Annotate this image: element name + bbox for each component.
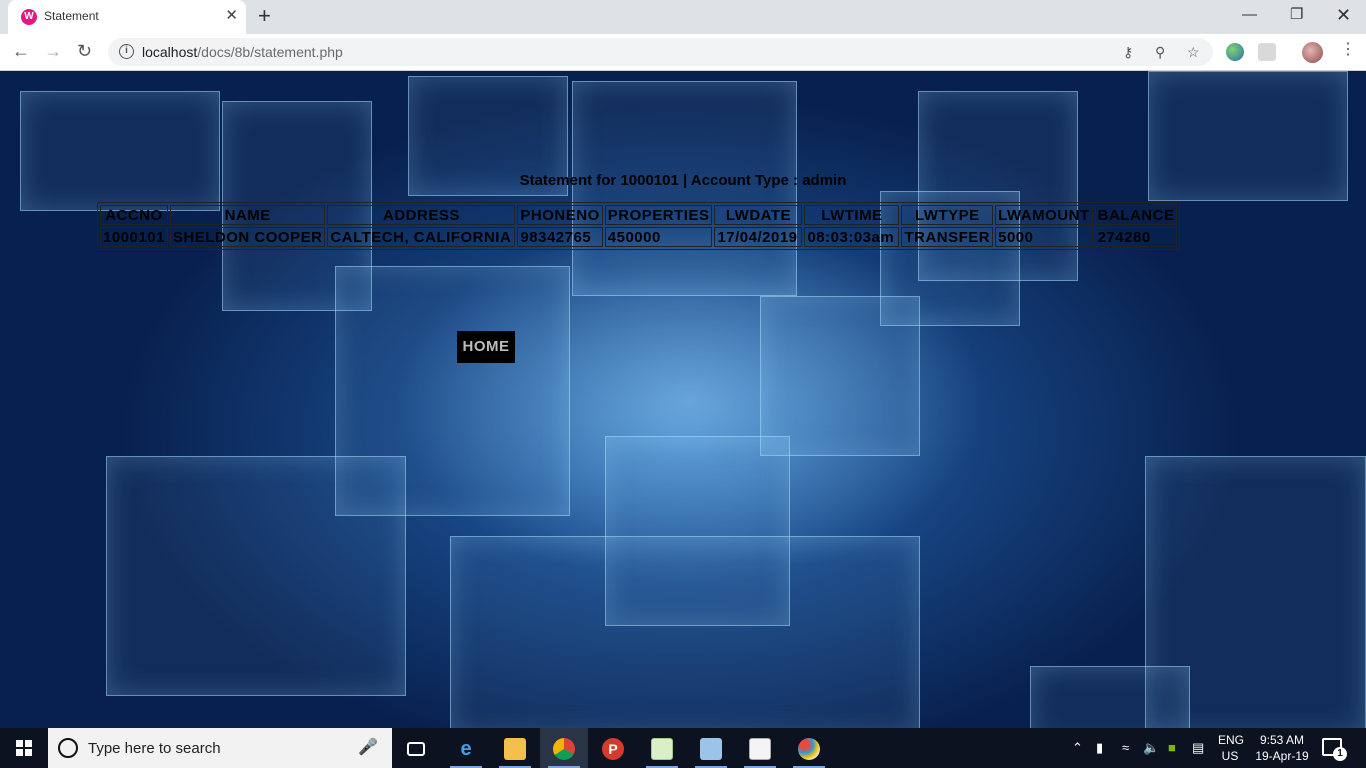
cortana-icon: [58, 738, 78, 758]
page-title: Statement for 1000101 | Account Type : a…: [519, 172, 847, 189]
column-header: BALANCE: [1094, 205, 1178, 225]
edge-icon[interactable]: e: [442, 728, 490, 768]
task-view-icon[interactable]: [392, 728, 440, 768]
url-host: localhost: [142, 44, 198, 60]
box-app-icon[interactable]: [687, 728, 735, 768]
column-header: LWTYPE: [901, 205, 994, 225]
table-cell: 1000101: [100, 227, 168, 247]
cube-extension-icon[interactable]: [1258, 43, 1276, 61]
language-region: US: [1221, 749, 1239, 763]
microphone-icon[interactable]: 🎤: [358, 738, 378, 758]
reload-icon[interactable]: ↻: [77, 40, 92, 62]
new-tab-button[interactable]: +: [258, 5, 271, 27]
keyboard-icon[interactable]: ▤: [1192, 728, 1204, 768]
clock-time: 9:53 AM: [1259, 733, 1305, 747]
globe-extension-icon[interactable]: [1226, 43, 1244, 61]
bookmark-star-icon[interactable]: ☆: [1187, 43, 1200, 61]
column-header: ADDRESS: [327, 205, 516, 225]
zoom-icon[interactable]: ⚲: [1155, 43, 1165, 61]
site-info-icon[interactable]: i: [119, 44, 134, 59]
volume-icon[interactable]: 🔈: [1143, 728, 1159, 768]
nvidia-icon[interactable]: ■: [1168, 728, 1176, 768]
notification-count-badge: 1: [1333, 747, 1347, 761]
page-content: Statement for 1000101 | Account Type : a…: [0, 71, 1366, 728]
file-explorer-icon[interactable]: [491, 728, 539, 768]
column-header: NAME: [169, 205, 326, 225]
background-cube: [1030, 666, 1190, 728]
language-code: ENG: [1218, 733, 1245, 747]
table-cell: 450000: [604, 227, 713, 247]
browser-menu-icon[interactable]: ⋮: [1340, 40, 1356, 60]
url-text[interactable]: localhost/docs/8b/statement.php: [142, 44, 343, 60]
chrome-icon[interactable]: [540, 728, 588, 768]
table-row: 1000101 SHELDON COOPER CALTECH, CALIFORN…: [100, 227, 1178, 247]
windows-logo-icon: [16, 740, 32, 756]
home-button[interactable]: HOME: [457, 331, 515, 363]
taskbar: Type here to search 🎤 e P ⌃ ▮ ≈ 🔈 ■ ▤ EN…: [0, 728, 1366, 768]
wifi-icon[interactable]: ≈: [1122, 728, 1129, 768]
show-hidden-icons-chevron-icon[interactable]: ⌃: [1072, 728, 1083, 768]
p-app-icon[interactable]: P: [589, 728, 637, 768]
wamp-favicon-icon: W: [21, 9, 37, 25]
column-header: LWTIME: [804, 205, 900, 225]
address-bar[interactable]: i localhost/docs/8b/statement.php ⚷ ⚲ ☆: [108, 38, 1213, 66]
tab-title: Statement: [44, 9, 99, 23]
document-app-icon[interactable]: [736, 728, 784, 768]
column-header: PHONENO: [517, 205, 603, 225]
clock[interactable]: 9:53 AM 19-Apr-19: [1252, 732, 1312, 764]
restore-button[interactable]: ❐: [1290, 6, 1303, 24]
minimize-button[interactable]: —: [1242, 6, 1257, 24]
tab-close-icon[interactable]: ✕: [225, 7, 238, 25]
start-button[interactable]: [0, 728, 48, 768]
table-cell: TRANSFER: [901, 227, 994, 247]
statement-table: ACCNO NAME ADDRESS PHONENO PROPERTIES LW…: [97, 202, 1181, 250]
table-cell: CALTECH, CALIFORNIA: [327, 227, 516, 247]
background-cube: [20, 91, 220, 211]
column-header: LWAMOUNT: [995, 205, 1093, 225]
background-cube: [450, 536, 920, 728]
table-header-row: ACCNO NAME ADDRESS PHONENO PROPERTIES LW…: [100, 205, 1178, 225]
paint-icon[interactable]: [785, 728, 833, 768]
search-placeholder: Type here to search: [88, 740, 221, 757]
browser-toolbar: ← → ↻ i localhost/docs/8b/statement.php …: [0, 34, 1366, 71]
table-cell: 08:03:03am: [804, 227, 900, 247]
forward-arrow-icon[interactable]: →: [44, 40, 62, 62]
table-cell: 5000: [995, 227, 1093, 247]
table-cell: SHELDON COOPER: [169, 227, 326, 247]
table-cell: 274280: [1094, 227, 1178, 247]
column-header: LWDATE: [714, 205, 803, 225]
column-header: ACCNO: [100, 205, 168, 225]
close-window-button[interactable]: ✕: [1336, 6, 1351, 24]
taskbar-search-box[interactable]: Type here to search 🎤: [48, 728, 392, 768]
tab-strip: W Statement ✕ + — ❐ ✕: [0, 0, 1366, 34]
key-icon[interactable]: ⚷: [1123, 43, 1133, 61]
notepad-icon[interactable]: [638, 728, 686, 768]
language-indicator[interactable]: ENG US: [1218, 732, 1245, 764]
table-cell: 17/04/2019: [714, 227, 803, 247]
back-arrow-icon[interactable]: ←: [12, 40, 30, 62]
action-center-icon[interactable]: 1: [1322, 738, 1347, 761]
tab-statement[interactable]: W Statement ✕: [8, 0, 246, 34]
profile-avatar[interactable]: [1302, 42, 1323, 63]
battery-icon[interactable]: ▮: [1096, 728, 1103, 768]
table-cell: 98342765: [517, 227, 603, 247]
background-cube: [106, 456, 406, 696]
clock-date: 19-Apr-19: [1255, 749, 1309, 763]
column-header: PROPERTIES: [604, 205, 713, 225]
background-cube: [760, 296, 920, 456]
url-path: /docs/8b/statement.php: [197, 44, 343, 60]
